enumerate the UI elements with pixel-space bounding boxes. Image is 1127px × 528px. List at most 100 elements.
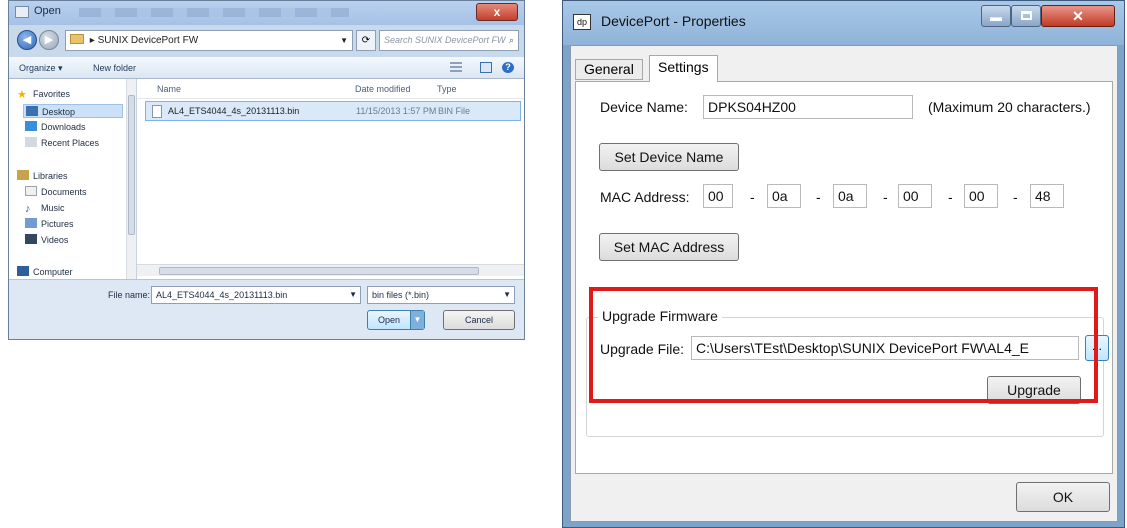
nav-documents[interactable]: Documents (25, 185, 87, 199)
mac-separator: - (883, 189, 888, 205)
open-dialog-titlebar: Open x (9, 1, 524, 25)
upgrade-highlight-box (589, 287, 1098, 403)
chevron-down-icon[interactable]: ▼ (340, 31, 348, 50)
mac-octet-2[interactable]: 0a (767, 184, 801, 208)
nav-music[interactable]: ♪ Music (25, 201, 65, 215)
nav-pictures[interactable]: Pictures (25, 217, 74, 231)
file-name-label: File name: (108, 290, 151, 300)
documents-icon (25, 186, 37, 196)
mac-octet-5[interactable]: 00 (964, 184, 998, 208)
videos-icon (25, 234, 37, 244)
organize-menu[interactable]: Organize ▾ (19, 57, 63, 79)
file-type-value: bin files (*.bin) (372, 290, 430, 300)
nav-videos[interactable]: Videos (25, 233, 68, 247)
pictures-icon (25, 218, 37, 228)
search-input[interactable]: Search SUNIX DevicePort FW ⌕ (379, 30, 519, 51)
recent-places-icon (25, 137, 37, 147)
file-name-value: AL4_ETS4044_4s_20131113.bin (156, 290, 288, 300)
set-mac-address-button[interactable]: Set MAC Address (599, 233, 739, 261)
downloads-icon (25, 121, 37, 131)
column-header-type[interactable]: Type (437, 84, 457, 94)
search-placeholder: Search SUNIX DevicePort FW (384, 35, 506, 45)
open-options-dropdown[interactable]: ▼ (410, 311, 424, 329)
change-view-icon[interactable] (450, 62, 462, 73)
file-row[interactable]: AL4_ETS4044_4s_20131113.bin 11/15/2013 1… (145, 101, 521, 121)
device-name-hint: (Maximum 20 characters.) (928, 99, 1091, 115)
close-button[interactable]: ✕ (1041, 5, 1115, 27)
mac-separator: - (750, 189, 755, 205)
nav-libraries[interactable]: Libraries (17, 169, 68, 183)
file-type: BIN File (438, 106, 471, 116)
mac-octet-6[interactable]: 48 (1030, 184, 1064, 208)
properties-titlebar: dp DevicePort - Properties ▬ ✕ (563, 1, 1124, 45)
file-type-select[interactable]: bin files (*.bin) ▼ (367, 286, 515, 304)
cancel-button[interactable]: Cancel (443, 310, 515, 330)
nav-pane-scrollbar[interactable] (126, 79, 136, 279)
maximize-button[interactable] (1011, 5, 1041, 27)
deviceport-app-icon: dp (573, 14, 591, 30)
mac-separator: - (1013, 189, 1018, 205)
open-dialog-close-button[interactable]: x (476, 3, 518, 21)
tab-general[interactable]: General (575, 59, 643, 80)
deviceport-properties-window: dp DevicePort - Properties ▬ ✕ General S… (562, 0, 1125, 528)
properties-title: DevicePort - Properties (601, 13, 746, 29)
open-dialog-footer: File name: AL4_ETS4044_4s_20131113.bin ▼… (9, 279, 524, 339)
mac-separator: - (816, 189, 821, 205)
tab-settings[interactable]: Settings (649, 55, 718, 82)
nav-computer[interactable]: Computer (17, 265, 73, 279)
address-bar[interactable]: ▸ SUNIX DevicePort FW ▼ (65, 30, 353, 51)
back-arrow-icon[interactable]: ◀ (17, 30, 37, 50)
file-date-modified: 11/15/2013 1:57 PM (356, 106, 437, 116)
music-icon: ♪ (25, 203, 31, 215)
file-list: Name Date modified Type AL4_ETS4044_4s_2… (137, 79, 524, 279)
nav-desktop[interactable]: Desktop (23, 104, 123, 118)
address-path: SUNIX DevicePort FW (97, 35, 199, 46)
navigation-pane: ★ Favorites Desktop Downloads Recent Plac… (9, 79, 137, 279)
file-list-horizontal-scrollbar[interactable] (137, 264, 524, 276)
chevron-down-icon[interactable]: ▼ (349, 287, 357, 303)
address-row: ◀ ▶ ▸ SUNIX DevicePort FW ▼ ⟳ Search SUN… (9, 25, 524, 57)
mac-octet-3[interactable]: 0a (833, 184, 867, 208)
maximize-icon (1021, 11, 1032, 20)
open-file-dialog: Open x ◀ ▶ ▸ SUNIX DevicePort FW ▼ ⟳ Sea… (8, 0, 525, 340)
column-header-date-modified[interactable]: Date modified (355, 84, 411, 94)
set-device-name-button[interactable]: Set Device Name (599, 143, 739, 171)
column-header-name[interactable]: Name (157, 84, 181, 94)
nav-favorites[interactable]: ★ Favorites (17, 87, 70, 101)
file-name-field[interactable]: AL4_ETS4044_4s_20131113.bin ▼ (151, 286, 361, 304)
command-toolbar: Organize ▾ New folder ? (9, 57, 524, 79)
nav-recent-places[interactable]: Recent Places (25, 136, 99, 150)
open-dialog-title: Open (34, 5, 61, 17)
minimize-button[interactable]: ▬ (981, 5, 1011, 27)
computer-icon (17, 266, 29, 276)
file-name: AL4_ETS4044_4s_20131113.bin (168, 106, 300, 116)
mac-octet-4[interactable]: 00 (898, 184, 932, 208)
scrollbar-thumb[interactable] (128, 95, 135, 235)
blurred-titlebar-area (79, 8, 349, 17)
file-list-header: Name Date modified Type (137, 79, 524, 99)
device-name-field[interactable]: DPKS04HZ00 (703, 95, 913, 119)
mac-separator: - (948, 189, 953, 205)
help-icon[interactable]: ? (502, 62, 514, 73)
new-folder-button[interactable]: New folder (93, 57, 136, 79)
folder-icon (70, 34, 84, 44)
libraries-icon (17, 170, 29, 180)
ok-button[interactable]: OK (1016, 482, 1110, 512)
search-icon: ⌕ (508, 35, 514, 45)
refresh-icon[interactable]: ⟳ (356, 30, 376, 51)
preview-pane-icon[interactable] (480, 62, 492, 73)
window-icon (15, 6, 29, 18)
scrollbar-thumb[interactable] (159, 267, 479, 275)
nav-downloads[interactable]: Downloads (25, 120, 86, 134)
desktop-icon (26, 106, 38, 116)
settings-panel: Device Name: DPKS04HZ00 (Maximum 20 char… (575, 81, 1113, 474)
forward-arrow-icon[interactable]: ▶ (39, 30, 59, 50)
mac-octet-1[interactable]: 00 (703, 184, 733, 208)
properties-body: General Settings Device Name: DPKS04HZ00… (570, 45, 1118, 522)
chevron-down-icon[interactable]: ▼ (503, 287, 511, 303)
device-name-label: Device Name: (600, 99, 688, 115)
star-icon: ★ (17, 89, 27, 101)
file-icon (152, 105, 162, 118)
mac-address-label: MAC Address: (600, 189, 690, 205)
open-button[interactable]: Open ▼ (367, 310, 425, 330)
